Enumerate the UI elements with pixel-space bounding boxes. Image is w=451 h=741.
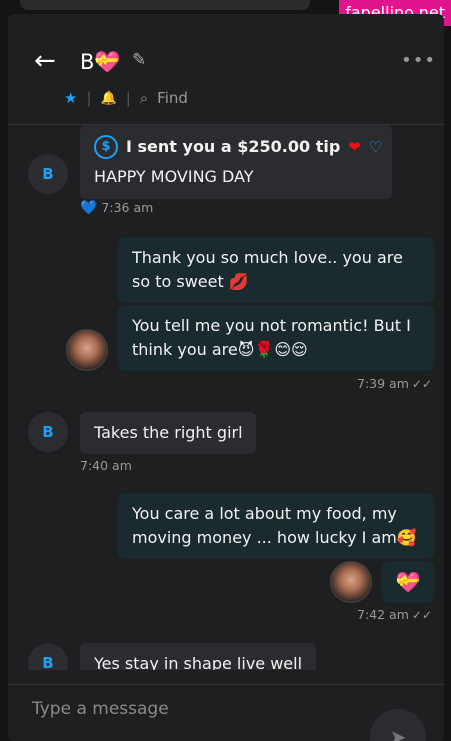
more-options-icon[interactable]: ••• xyxy=(401,50,436,71)
avatar[interactable]: B xyxy=(28,643,68,670)
read-checks-icon: ✓✓ xyxy=(411,608,432,622)
like-heart-icon[interactable]: 💙 xyxy=(80,200,97,216)
emoji-message-bubble[interactable]: 💝 xyxy=(382,561,434,603)
dollar-circle-icon: $ xyxy=(94,135,118,159)
tip-text: I sent you a $250.00 tip xyxy=(126,137,341,156)
message-time: 7:39 am ✓✓ xyxy=(357,376,432,391)
chat-subnav: ★ | 🔔 | ⌕ Find xyxy=(64,86,188,110)
search-icon[interactable]: ⌕ xyxy=(140,89,148,107)
chat-title[interactable]: B💝 xyxy=(80,50,121,75)
bell-icon[interactable]: 🔔 xyxy=(101,91,117,106)
star-icon[interactable]: ★ xyxy=(64,89,77,107)
avatar-photo[interactable] xyxy=(330,561,372,603)
hearts-icon: ♡ xyxy=(368,138,383,156)
incoming-message-bubble[interactable]: Takes the right girl xyxy=(80,412,256,454)
incoming-message-bubble[interactable]: Yes stay in shape live well xyxy=(80,643,316,670)
message-time: 7:40 am xyxy=(80,458,132,473)
message-text: You care a lot about my food, my moving … xyxy=(132,504,417,547)
read-checks-icon: ✓✓ xyxy=(411,377,432,391)
message-input[interactable]: Type a message xyxy=(32,699,169,719)
chat-header: ← B💝 ✎ ••• ★ | 🔔 | ⌕ Find xyxy=(8,28,444,125)
composer: Type a message ➤ xyxy=(8,684,444,741)
back-arrow-icon[interactable]: ← xyxy=(34,48,56,74)
app-frame: ← B💝 ✎ ••• ★ | 🔔 | ⌕ Find B $ I sent you… xyxy=(8,14,444,741)
message-text: Yes stay in shape live well xyxy=(94,654,303,670)
avatar[interactable]: B xyxy=(28,154,68,194)
edit-pencil-icon[interactable]: ✎ xyxy=(132,50,146,70)
outgoing-message-bubble[interactable]: You tell me you not romantic! But I thin… xyxy=(118,305,434,371)
divider: | xyxy=(86,89,92,107)
find-label[interactable]: Find xyxy=(157,89,188,107)
browser-topbar xyxy=(20,0,310,10)
message-text: HAPPY MOVING DAY xyxy=(94,167,254,186)
send-icon[interactable]: ➤ xyxy=(370,709,426,741)
message-text: Takes the right girl xyxy=(94,423,243,442)
outgoing-message-bubble[interactable]: You care a lot about my food, my moving … xyxy=(118,493,434,559)
message-text: You tell me you not romantic! But I thin… xyxy=(132,316,411,359)
divider: | xyxy=(125,89,131,107)
message-text: Thank you so much love.. you are so to s… xyxy=(132,248,403,291)
avatar-photo[interactable] xyxy=(66,329,108,371)
avatar[interactable]: B xyxy=(28,412,68,452)
tip-message-bubble[interactable]: $ I sent you a $250.00 tip ❤ ♡ HAPPY MOV… xyxy=(80,125,392,199)
message-time: 💙 7:36 am xyxy=(80,200,154,216)
message-list[interactable]: B $ I sent you a $250.00 tip ❤ ♡ HAPPY M… xyxy=(8,125,444,670)
heart-icon: ❤ xyxy=(348,138,361,156)
message-time: 7:42 am ✓✓ xyxy=(357,607,432,622)
outgoing-message-bubble[interactable]: Thank you so much love.. you are so to s… xyxy=(118,237,434,303)
